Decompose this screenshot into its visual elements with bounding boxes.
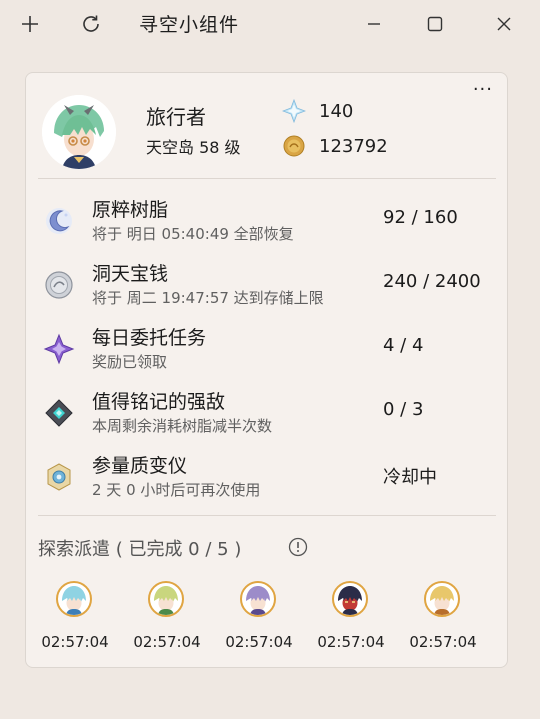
- character-portrait-icon: [154, 586, 178, 615]
- more-options-button[interactable]: ···: [473, 79, 493, 100]
- traveler-portrait-icon: [42, 95, 116, 169]
- weekly-boss-value: 0 / 3: [383, 399, 424, 420]
- transformer-icon: [43, 461, 75, 493]
- expedition-time: 02:57:04: [317, 633, 385, 651]
- expedition-item: 02:57:04: [35, 581, 115, 661]
- resin-subtitle: 将于 明日 05:40:49 全部恢复: [92, 225, 294, 243]
- resin-row: 原粹树脂 将于 明日 05:40:49 全部恢复 92 / 160: [26, 195, 509, 259]
- mora-coin-icon: [282, 134, 306, 158]
- expedition-item: 02:57:04: [127, 581, 207, 661]
- character-portrait-icon: [338, 586, 362, 615]
- realm-currency-title: 洞天宝钱: [92, 263, 169, 285]
- character-portrait-icon: [62, 586, 86, 615]
- expedition-time: 02:57:04: [41, 633, 109, 651]
- add-icon[interactable]: [14, 8, 46, 40]
- player-level: 天空岛 58 级: [146, 138, 241, 157]
- transformer-value: 冷却中: [383, 467, 437, 488]
- character-portrait-icon: [430, 586, 454, 615]
- realm-currency-value: 240 / 2400: [383, 271, 481, 292]
- expedition-character-avatar: [424, 581, 460, 617]
- commission-subtitle: 奖励已领取: [92, 353, 168, 371]
- transformer-row: 参量质变仪 2 天 0 小时后可再次使用 冷却中: [26, 451, 509, 515]
- divider: [38, 178, 496, 179]
- expedition-item: 02:57:04: [219, 581, 299, 661]
- widget-card: ··· 旅行者 天空岛 58 级 140 123792 原粹树脂 将于 明日 0…: [25, 72, 508, 668]
- close-icon[interactable]: [488, 8, 520, 40]
- expedition-time: 02:57:04: [133, 633, 201, 651]
- commission-title: 每日委托任务: [92, 327, 207, 349]
- commission-row: 每日委托任务 奖励已领取 4 / 4: [26, 323, 509, 387]
- maximize-icon[interactable]: [419, 8, 451, 40]
- primogem-count: 140: [319, 101, 354, 122]
- minimize-icon[interactable]: [358, 8, 390, 40]
- resin-title: 原粹树脂: [92, 199, 169, 221]
- primogem-icon: [281, 98, 307, 124]
- expedition-item: 02:57:04: [403, 581, 483, 661]
- expedition-item: 02:57:04: [311, 581, 391, 661]
- transformer-subtitle: 2 天 0 小时后可再次使用: [92, 481, 261, 499]
- divider: [38, 515, 496, 516]
- refresh-icon[interactable]: [75, 8, 107, 40]
- expedition-time: 02:57:04: [225, 633, 293, 651]
- realm-coin-icon: [43, 269, 75, 301]
- window-title: 寻空小组件: [139, 14, 240, 36]
- resin-value: 92 / 160: [383, 207, 458, 228]
- commission-icon: [43, 333, 75, 365]
- avatar[interactable]: [42, 95, 116, 169]
- weekly-boss-subtitle: 本周剩余消耗树脂减半次数: [92, 417, 273, 435]
- player-name: 旅行者: [146, 105, 206, 129]
- weekly-boss-row: 值得铭记的强敌 本周剩余消耗树脂减半次数 0 / 3: [26, 387, 509, 451]
- expedition-character-avatar: [148, 581, 184, 617]
- realm-currency-subtitle: 将于 周二 19:47:57 达到存储上限: [92, 289, 324, 307]
- info-icon[interactable]: [288, 537, 308, 557]
- expedition-character-avatar: [240, 581, 276, 617]
- realm-currency-row: 洞天宝钱 将于 周二 19:47:57 达到存储上限 240 / 2400: [26, 259, 509, 323]
- resin-moon-icon: [43, 205, 75, 237]
- weekly-boss-icon: [43, 397, 75, 429]
- weekly-boss-title: 值得铭记的强敌: [92, 391, 226, 413]
- commission-value: 4 / 4: [383, 335, 424, 356]
- expedition-time: 02:57:04: [409, 633, 477, 651]
- title-bar: 寻空小组件: [0, 0, 540, 48]
- mora-count: 123792: [319, 136, 388, 157]
- transformer-title: 参量质变仪: [92, 455, 188, 477]
- character-portrait-icon: [246, 586, 270, 615]
- expedition-character-avatar: [56, 581, 92, 617]
- expedition-character-avatar: [332, 581, 368, 617]
- expedition-header: 探索派遣 ( 已完成 0 / 5 ): [38, 539, 242, 560]
